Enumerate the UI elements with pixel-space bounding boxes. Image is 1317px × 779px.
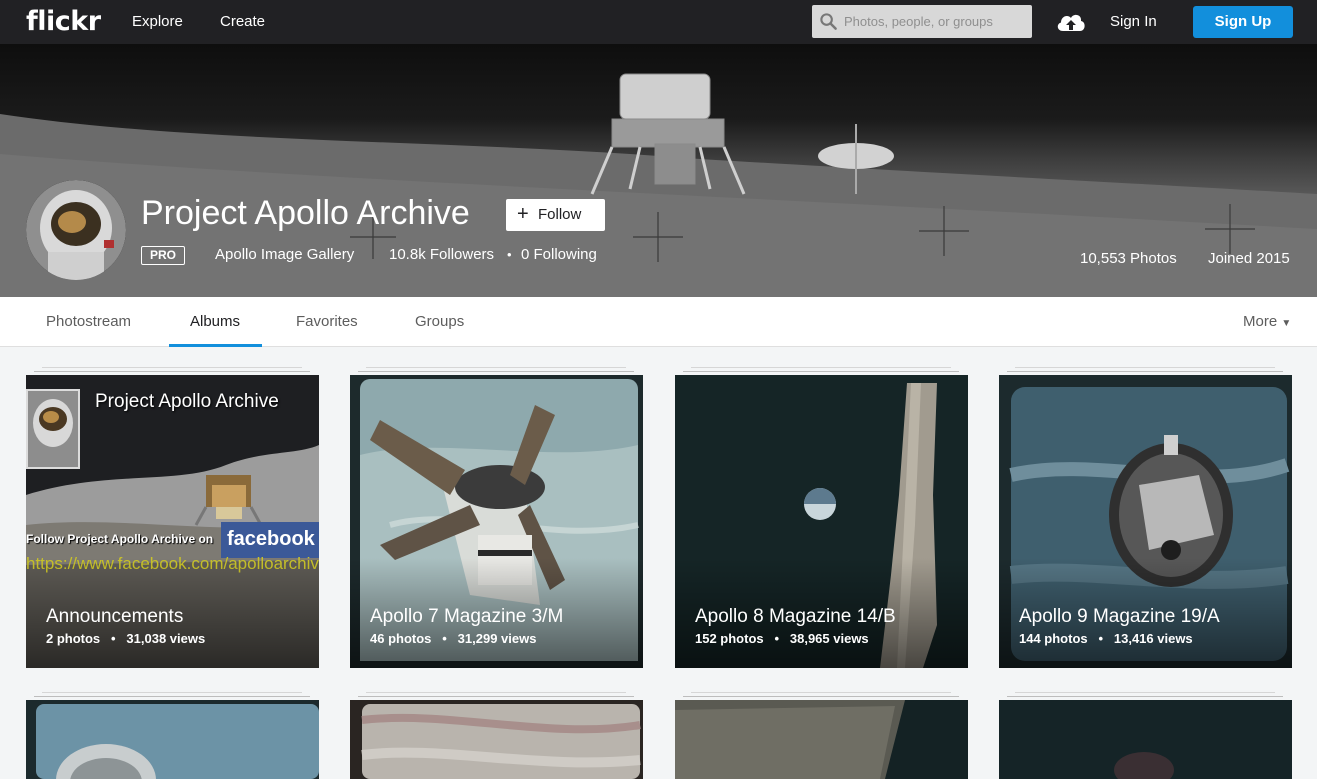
album-view-count: 38,965 views (789, 631, 869, 646)
profile-subtitle: Apollo Image Gallery (215, 246, 355, 263)
profile-name: Project Apollo Archive (141, 194, 470, 232)
album-card[interactable] (26, 700, 319, 779)
album-stack-edge (691, 692, 951, 693)
active-tab-indicator (169, 344, 262, 347)
album-card[interactable]: Apollo 8 Magazine 14/B 152 photos • 38,9… (675, 375, 968, 668)
tab-favorites[interactable]: Favorites (296, 313, 358, 330)
album-stack-edge (42, 692, 302, 693)
flickr-logo[interactable]: flickr (26, 6, 101, 37)
pro-badge: PRO (141, 246, 185, 265)
album-view-count: 13,416 views (1113, 631, 1193, 646)
album-photo-count: 152 photos (695, 631, 764, 646)
album-view-count: 31,038 views (126, 631, 206, 646)
album-card[interactable]: Project Apollo Archive Follow Project Ap… (26, 375, 319, 668)
album-stack-edge (1015, 367, 1275, 368)
photo-count: 10,553 Photos (1080, 250, 1177, 267)
album-cover (675, 700, 968, 779)
follow-button[interactable]: + Follow (506, 199, 605, 231)
album-stack-edge (1015, 692, 1275, 693)
separator-dot: • (103, 631, 123, 646)
album-cover (999, 700, 1292, 779)
nav-create[interactable]: Create (220, 13, 265, 30)
album-title: Apollo 7 Magazine 3/M (370, 606, 564, 627)
album-stack-edge (1007, 371, 1283, 372)
search-input[interactable]: Photos, people, or groups (812, 5, 1032, 38)
avatar[interactable] (26, 180, 126, 280)
more-menu[interactable]: More ▼ (1243, 313, 1291, 330)
album-cover (350, 700, 643, 779)
album-stack-edge (34, 371, 310, 372)
album-stack-edge (366, 692, 626, 693)
album-card[interactable]: Apollo 7 Magazine 3/M 46 photos • 31,299… (350, 375, 643, 668)
nav-explore[interactable]: Explore (132, 13, 183, 30)
search-placeholder: Photos, people, or groups (844, 14, 993, 29)
tab-groups[interactable]: Groups (415, 313, 464, 330)
facebook-logo: facebook (227, 528, 315, 550)
separator-dot: • (1091, 631, 1111, 646)
album-cover (26, 700, 319, 779)
joined-date: Joined 2015 (1208, 250, 1290, 267)
album-stack-edge (358, 371, 634, 372)
album-title: Apollo 9 Magazine 19/A (1019, 606, 1220, 627)
album-stats: 144 photos • 13,416 views (1019, 631, 1193, 646)
album-stack-edge (358, 696, 634, 697)
album-photo-count: 2 photos (46, 631, 101, 646)
sign-up-button[interactable]: Sign Up (1193, 6, 1293, 38)
album-card[interactable] (999, 700, 1292, 779)
cover-heading: Project Apollo Archive (95, 391, 279, 412)
cover-text: Follow Project Apollo Archive on (26, 532, 214, 546)
sign-in-link[interactable]: Sign In (1110, 13, 1157, 30)
album-stack-edge (366, 367, 626, 368)
separator-dot: • (767, 631, 787, 646)
album-title: Announcements (46, 606, 184, 627)
top-nav: flickr Explore Create Photos, people, or… (0, 0, 1317, 44)
more-label: More (1243, 313, 1278, 330)
album-stack-edge (34, 696, 310, 697)
plus-icon: + (517, 203, 529, 225)
album-photo-count: 46 photos (370, 631, 432, 646)
album-view-count: 31,299 views (457, 631, 537, 646)
following-link[interactable]: 0 Following (521, 246, 597, 263)
album-stats: 2 photos • 31,038 views (46, 631, 205, 646)
profile-tabs: Photostream Albums Favorites Groups More… (0, 297, 1317, 347)
album-photo-count: 144 photos (1019, 631, 1088, 646)
album-stack-edge (1007, 696, 1283, 697)
album-stats: 152 photos • 38,965 views (695, 631, 869, 646)
cloud-upload-icon[interactable] (1055, 9, 1087, 35)
caret-down-icon: ▼ (1281, 318, 1292, 329)
tab-albums[interactable]: Albums (190, 313, 240, 330)
album-stack-edge (683, 371, 959, 372)
album-card[interactable] (675, 700, 968, 779)
separator-dot: • (435, 631, 455, 646)
album-title: Apollo 8 Magazine 14/B (695, 606, 896, 627)
album-stack-edge (42, 367, 302, 368)
search-icon (820, 13, 837, 30)
album-stack-edge (691, 367, 951, 368)
follow-label: Follow (538, 206, 582, 223)
tab-photostream[interactable]: Photostream (46, 313, 131, 330)
album-card[interactable] (350, 700, 643, 779)
album-stats: 46 photos • 31,299 views (370, 631, 536, 646)
profile-cover: Project Apollo Archive + Follow PRO Apol… (0, 44, 1317, 297)
album-stack-edge (683, 696, 959, 697)
album-card[interactable]: Apollo 9 Magazine 19/A 144 photos • 13,4… (999, 375, 1292, 668)
separator-dot: • (507, 247, 512, 262)
followers-link[interactable]: 10.8k Followers (389, 246, 494, 263)
